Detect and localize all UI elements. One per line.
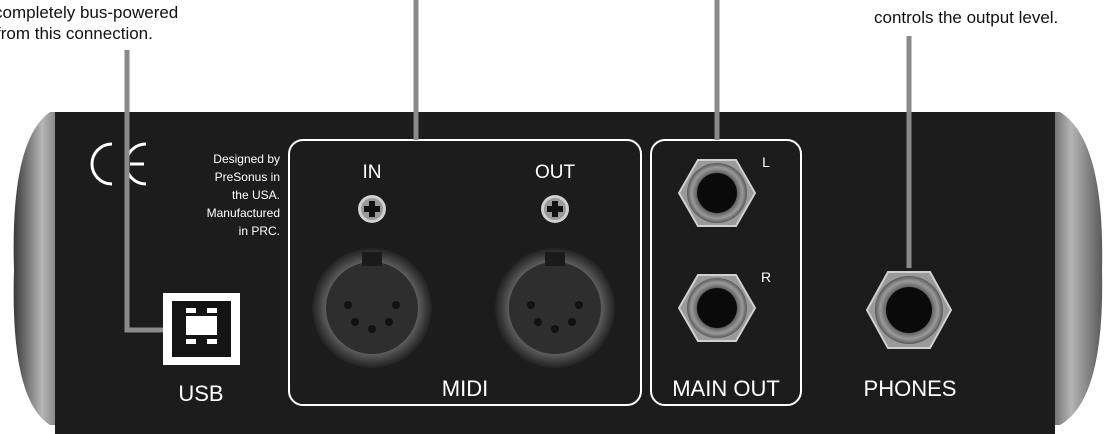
- midi-in-connector[interactable]: [312, 248, 432, 368]
- usb-b-port-icon: [163, 293, 240, 365]
- main-right-label: R: [761, 269, 771, 285]
- phones-label: PHONES: [864, 376, 957, 401]
- designed-line-1: Designed by: [213, 152, 280, 166]
- designed-line-3: the USA.: [232, 188, 280, 202]
- rear-panel-diagram: Designed by PreSonus in the USA. Manufac…: [13, 0, 1103, 434]
- midi-label: MIDI: [442, 376, 488, 401]
- designed-line-2: PreSonus in: [215, 170, 280, 184]
- designed-line-4: Manufactured: [207, 206, 280, 220]
- screw-icon: [358, 195, 386, 223]
- midi-out-label: OUT: [535, 162, 576, 183]
- usb-label: USB: [178, 381, 223, 406]
- screw-icon: [541, 195, 569, 223]
- main-left-label: L: [762, 154, 770, 170]
- midi-in-label: IN: [363, 162, 382, 183]
- main-out-label: MAIN OUT: [672, 376, 780, 401]
- designed-line-5: in PRC.: [239, 224, 280, 238]
- midi-out-connector[interactable]: [495, 248, 615, 368]
